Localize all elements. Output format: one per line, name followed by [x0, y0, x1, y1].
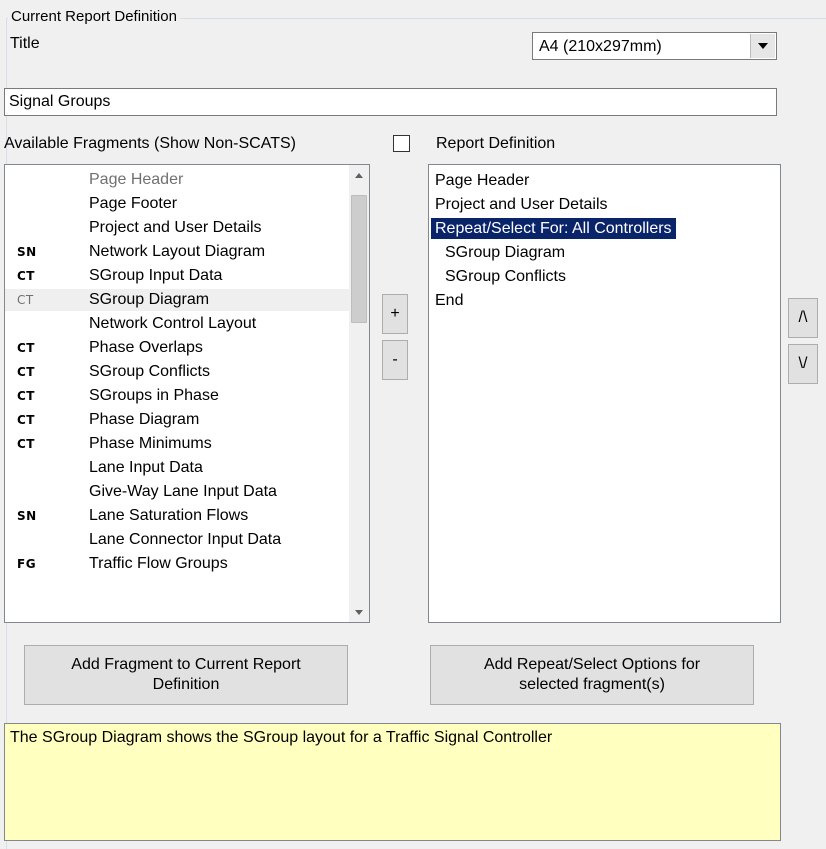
fragment-code: CT [17, 365, 35, 379]
add-repeat-select-button[interactable]: Add Repeat/Select Options for selected f… [430, 645, 754, 705]
remove-fragment-minus-button[interactable]: - [382, 340, 408, 380]
fragment-label: Phase Overlaps [89, 339, 203, 356]
paper-size-select[interactable]: A4 (210x297mm) [532, 32, 777, 60]
move-down-button[interactable]: \/ [788, 344, 818, 384]
fragment-description-box: The SGroup Diagram shows the SGroup layo… [4, 723, 781, 841]
fragment-code: CT [17, 341, 35, 355]
fragment-label: Page Footer [89, 195, 178, 212]
fragment-list-item[interactable]: Project and User Details [5, 217, 351, 239]
scroll-thumb[interactable] [351, 195, 367, 323]
fragments-scrollbar[interactable] [349, 165, 369, 622]
fragment-code: CT [17, 413, 35, 427]
fragment-label: SGroup Diagram [89, 291, 210, 308]
scroll-up-icon [355, 172, 363, 178]
fragment-list-item[interactable]: Lane Connector Input Data [5, 529, 351, 551]
title-input[interactable]: Signal Groups [4, 88, 777, 116]
scroll-down-button[interactable] [349, 602, 369, 622]
report-definition-item[interactable]: Project and User Details [431, 194, 612, 215]
available-fragments-list[interactable]: Page Header Page Footer Project and User D… [4, 164, 370, 623]
report-definition-label: Report Definition [436, 135, 556, 152]
fragment-label: Network Layout Diagram [89, 243, 266, 260]
fragment-list-item[interactable]: CT SGroup Diagram [5, 289, 351, 311]
fragment-code: CT [17, 437, 35, 451]
fragment-list-item[interactable]: Lane Input Data [5, 457, 351, 479]
fragment-list-item[interactable]: Page Header [5, 169, 351, 191]
paper-size-value: A4 (210x297mm) [539, 38, 662, 55]
report-definition-item[interactable]: End [431, 290, 467, 311]
report-definition-item[interactable]: Repeat/Select For: All Controllers [431, 218, 676, 239]
fragment-list-item[interactable]: FG Traffic Flow Groups [5, 553, 351, 575]
fragment-label: Give-Way Lane Input Data [89, 483, 277, 500]
add-fragment-plus-button[interactable]: + [382, 294, 408, 334]
fragment-description: The SGroup Diagram shows the SGroup layo… [10, 729, 553, 746]
fragment-list-item[interactable]: CT SGroup Conflicts [5, 361, 351, 383]
report-definition-item[interactable]: Page Header [431, 170, 533, 191]
fragment-code: SN [17, 245, 37, 259]
fragment-label: Traffic Flow Groups [89, 555, 228, 572]
fragment-list-item[interactable]: CT SGroups in Phase [5, 385, 351, 407]
fragment-label: Lane Connector Input Data [89, 531, 282, 548]
fragment-label: Phase Diagram [89, 411, 200, 428]
fragment-list-item[interactable]: CT SGroup Input Data [5, 265, 351, 287]
chevron-down-icon [758, 43, 768, 49]
scroll-up-button[interactable] [349, 165, 369, 185]
fragment-list-item[interactable]: SN Network Layout Diagram [5, 241, 351, 263]
fragment-label: Phase Minimums [89, 435, 212, 452]
fragment-list-item[interactable]: SN Lane Saturation Flows [5, 505, 351, 527]
report-definition-item[interactable]: SGroup Conflicts [431, 266, 570, 287]
fragment-label: SGroups in Phase [89, 387, 219, 404]
fragment-code: SN [17, 509, 37, 523]
fragment-list-item[interactable]: CT Phase Diagram [5, 409, 351, 431]
fragment-list-item[interactable]: CT Phase Overlaps [5, 337, 351, 359]
title-label: Title [10, 35, 40, 52]
dropdown-arrow-button[interactable] [750, 34, 775, 58]
add-fragment-button[interactable]: Add Fragment to Current Report Definitio… [24, 645, 348, 705]
fragment-label: Page Header [89, 171, 184, 188]
fragment-label: Lane Input Data [89, 459, 203, 476]
report-definition-list[interactable]: Page Header Project and User Details Repea… [428, 164, 781, 623]
fragment-list-item[interactable]: Network Control Layout [5, 313, 351, 335]
fragment-list-item[interactable]: Page Footer [5, 193, 351, 215]
groupbox-legend: Current Report Definition [8, 8, 180, 26]
fragment-label: SGroup Input Data [89, 267, 223, 284]
scroll-down-icon [355, 609, 363, 615]
fragment-code: CT [17, 269, 35, 283]
title-input-value: Signal Groups [9, 93, 111, 110]
fragment-label: SGroup Conflicts [89, 363, 210, 380]
fragment-list-item[interactable]: CT Phase Minimums [5, 433, 351, 455]
move-up-button[interactable]: /\ [788, 298, 818, 338]
fragment-code: FG [17, 557, 37, 571]
available-fragments-label: Available Fragments (Show Non-SCATS) [4, 135, 296, 152]
fragment-label: Lane Saturation Flows [89, 507, 249, 524]
fragment-label: Network Control Layout [89, 315, 257, 332]
fragment-list-item[interactable]: Give-Way Lane Input Data [5, 481, 351, 503]
fragment-label: Project and User Details [89, 219, 262, 236]
report-definition-item[interactable]: SGroup Diagram [431, 242, 569, 263]
fragment-code: CT [17, 389, 35, 403]
fragment-code: CT [17, 293, 34, 307]
show-non-scats-checkbox[interactable] [393, 135, 410, 152]
